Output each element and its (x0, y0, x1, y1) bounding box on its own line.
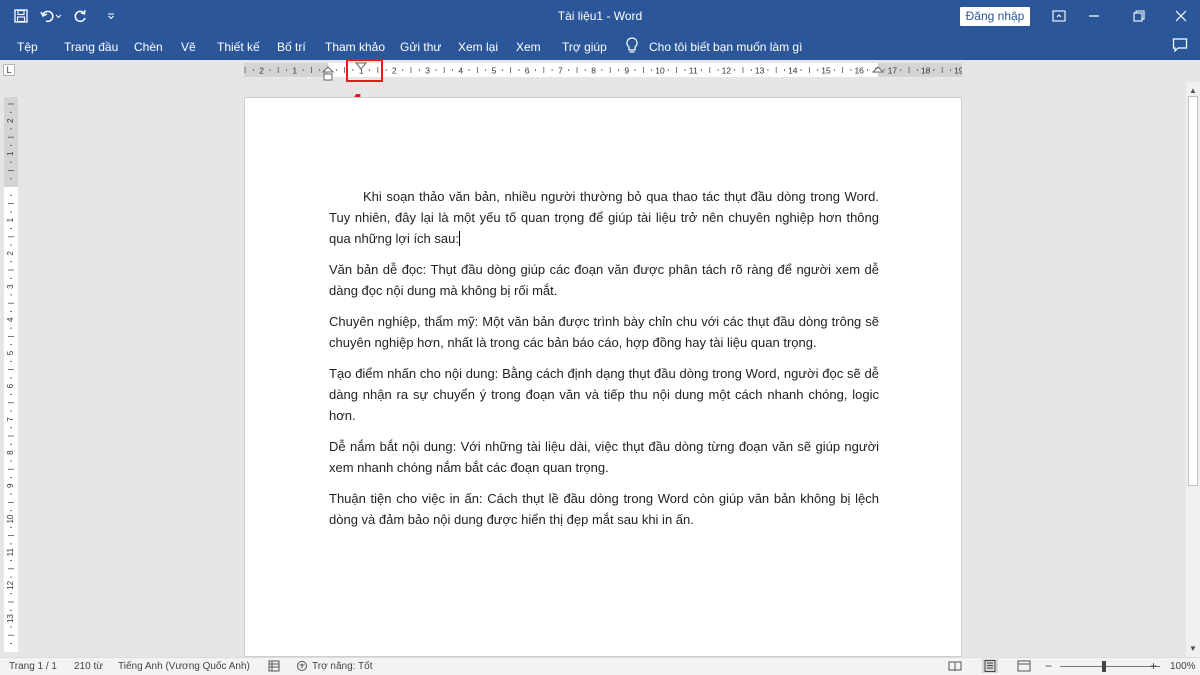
tab-review[interactable]: Xem lại (458, 40, 498, 54)
paragraph[interactable]: Thuận tiện cho việc in ấn: Cách thụt lề … (329, 488, 879, 530)
ruler-number: 4 (458, 66, 463, 76)
vertical-ruler-number: 5 (6, 350, 15, 355)
paragraph[interactable]: Tạo điểm nhấn cho nội dung: Bằng cách đị… (329, 363, 879, 426)
vertical-ruler-ticks: 2112345678910111213 (6, 103, 15, 644)
vertical-ruler-number: 11 (6, 548, 15, 557)
document-body[interactable]: Khi soạn thảo văn bản, nhiều người thườn… (329, 186, 879, 540)
ruler-number: 3 (425, 66, 430, 76)
zoom-out-button[interactable]: − (1045, 659, 1052, 673)
paragraph[interactable]: Chuyên nghiệp, thẩm mỹ: Một văn bản được… (329, 311, 879, 353)
ruler-number: 13 (755, 66, 765, 76)
tab-mailings[interactable]: Gửi thư (400, 40, 441, 54)
ruler-number: 9 (624, 66, 629, 76)
ruler-number: 19 (954, 66, 962, 76)
highlight-box (346, 59, 383, 82)
minimize-button[interactable] (1083, 6, 1105, 26)
vertical-ruler-number: 13 (6, 614, 15, 623)
ruler-number: 8 (591, 66, 596, 76)
accessibility-status[interactable]: Trợ năng: Tốt (312, 661, 372, 672)
ribbon-display-options-button[interactable] (1048, 6, 1070, 26)
ruler-number: 18 (921, 66, 931, 76)
zoom-level[interactable]: 100% (1170, 661, 1196, 672)
vertical-ruler-number: 12 (6, 580, 15, 589)
scroll-up-arrow-icon[interactable]: ▲ (1189, 86, 1197, 95)
vertical-ruler-number: 9 (6, 483, 15, 488)
ruler-number: 10 (655, 66, 665, 76)
ruler-area: L 2 1 1 2 3 4 5 6 7 8 9 10 11 12 13 14 15 16 17 18 19 (0, 60, 1200, 80)
vertical-ruler-number: 4 (6, 317, 15, 322)
tab-help[interactable]: Trợ giúp (562, 40, 607, 54)
page-count[interactable]: Trang 1 / 1 (9, 661, 57, 672)
tab-view[interactable]: Xem (516, 40, 541, 54)
ruler-number: 2 (392, 66, 397, 76)
ruler-number: 7 (558, 66, 563, 76)
paragraph-intro[interactable]: Khi soạn thảo văn bản, nhiều người thườn… (329, 186, 879, 249)
tab-insert[interactable]: Chèn (134, 40, 163, 54)
paragraph-text: Khi soạn thảo văn bản, nhiều người thườn… (329, 189, 879, 246)
paragraph[interactable]: Văn bản dễ đọc: Thụt đầu dòng giúp các đ… (329, 259, 879, 301)
tab-file[interactable]: Tệp (17, 40, 38, 54)
close-button[interactable] (1170, 6, 1192, 26)
paragraph[interactable]: Dễ nắm bắt nội dung: Với những tài liệu … (329, 436, 879, 478)
ruler-number: 12 (722, 66, 732, 76)
zoom-slider-thumb[interactable] (1102, 661, 1106, 672)
vertical-ruler-number: 6 (6, 383, 15, 388)
language-indicator[interactable]: Tiếng Anh (Vương Quốc Anh) (118, 661, 250, 672)
vertical-ruler-number: 1 (6, 151, 15, 156)
vertical-ruler-number: 1 (6, 217, 15, 222)
print-layout-icon[interactable] (982, 659, 998, 673)
tab-selector-button[interactable]: L (3, 64, 15, 76)
ribbon-tabs: Tệp Trang đầu Chèn Vẽ Thiết kế Bố trí Th… (0, 33, 1200, 60)
ruler-number: 16 (854, 66, 864, 76)
status-bar: Trang 1 / 1 210 từ Tiếng Anh (Vương Quốc… (0, 657, 1200, 675)
ruler-number: 5 (492, 66, 497, 76)
ruler-number: 11 (689, 66, 698, 76)
vertical-ruler-number: 10 (6, 514, 15, 523)
web-layout-icon[interactable] (1017, 660, 1031, 675)
scrollbar-thumb[interactable] (1188, 96, 1198, 486)
ruler-number: 15 (821, 66, 831, 76)
minimize-icon (1089, 15, 1099, 17)
document-page[interactable]: Khi soạn thảo văn bản, nhiều người thườn… (244, 97, 962, 657)
tab-references[interactable]: Tham khảo (325, 40, 385, 54)
hanging-indent-marker[interactable] (322, 64, 334, 82)
tab-draw[interactable]: Vẽ (181, 40, 196, 54)
vertical-ruler-number: 3 (6, 284, 15, 289)
vertical-ruler-number: 2 (6, 118, 15, 123)
text-cursor (458, 231, 460, 246)
ruler-number: 17 (888, 66, 898, 76)
ruler-number: 1 (292, 66, 297, 76)
tab-layout[interactable]: Bố trí (277, 40, 306, 54)
title-bar: Tài liệu1 - Word Đăng nhập (0, 0, 1200, 33)
tab-design[interactable]: Thiết kế (217, 40, 260, 54)
vertical-ruler-number: 7 (6, 417, 15, 422)
macro-record-icon[interactable] (268, 660, 280, 675)
sign-in-button[interactable]: Đăng nhập (960, 7, 1030, 26)
scroll-down-arrow-icon[interactable]: ▼ (1189, 644, 1197, 653)
vertical-ruler-number: 8 (6, 450, 15, 455)
read-mode-icon[interactable] (948, 660, 962, 675)
vertical-ruler[interactable]: 2 1 1 2 3 4 5 6 7 8 9 10 11 12 13 (4, 97, 18, 652)
restore-button[interactable] (1128, 6, 1150, 26)
close-icon (1175, 10, 1187, 22)
ribbon-display-icon (1052, 10, 1066, 22)
vertical-ruler-number: 2 (6, 251, 15, 256)
zoom-slider[interactable] (1060, 666, 1160, 667)
restore-icon (1133, 10, 1145, 22)
lightbulb-icon[interactable] (625, 37, 639, 58)
vertical-scrollbar[interactable]: ▲ ▼ (1186, 82, 1200, 657)
accessibility-icon[interactable] (296, 660, 310, 675)
tell-me-search[interactable]: Cho tôi biết bạn muốn làm gì (649, 40, 802, 54)
tab-home[interactable]: Trang đầu (64, 40, 118, 54)
right-indent-marker[interactable] (872, 64, 884, 74)
ruler-number: 6 (525, 66, 530, 76)
comments-icon[interactable] (1172, 37, 1188, 56)
ruler-number: 2 (259, 66, 264, 76)
zoom-in-button[interactable]: + (1150, 659, 1157, 673)
word-count[interactable]: 210 từ (74, 661, 103, 672)
ruler-number: 14 (788, 66, 798, 76)
